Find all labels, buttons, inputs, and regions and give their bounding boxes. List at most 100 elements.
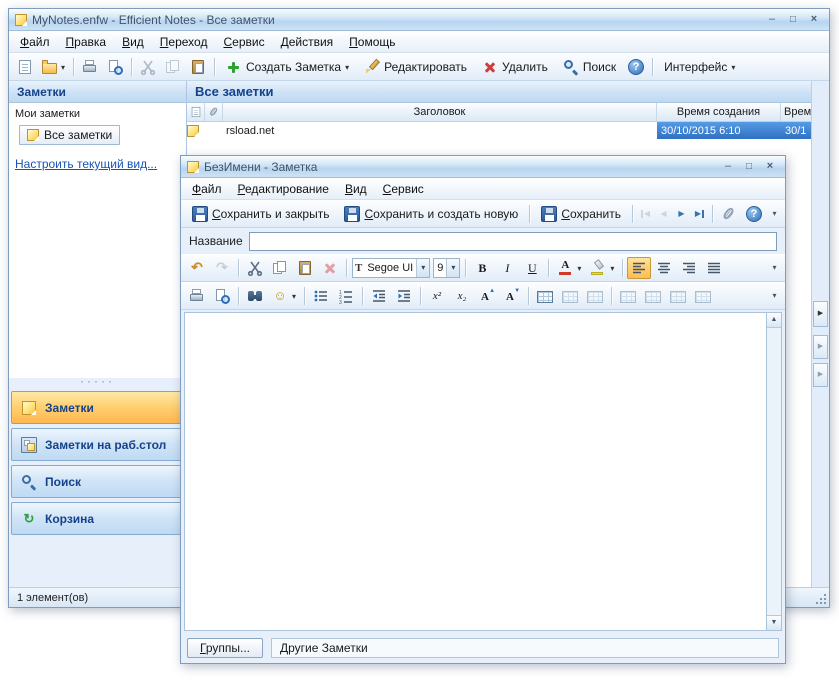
copy-button[interactable] [161,56,185,78]
scroll-down-icon[interactable] [767,615,781,630]
undo-button[interactable] [185,257,209,279]
insert-column-button[interactable] [666,286,690,306]
grow-font-button[interactable] [475,285,499,307]
menu-help[interactable]: Помощь [341,32,403,52]
decrease-indent-button[interactable] [367,285,391,307]
table-properties-button[interactable] [558,286,582,306]
column-modified[interactable]: Врем [781,103,811,122]
maximize-icon[interactable] [740,159,758,174]
chevron-down-icon[interactable] [446,258,460,277]
menu-edit[interactable]: Редактирование [230,179,337,199]
print-preview-button[interactable] [103,56,127,78]
shrink-font-button[interactable] [500,285,524,307]
editor-scrollbar[interactable] [766,312,782,631]
nav-search[interactable]: Поиск [11,465,184,498]
open-button[interactable] [38,57,69,77]
font-family-select[interactable]: Segoe UI [352,257,431,278]
save-button[interactable]: Сохранить [534,203,628,225]
redo-button[interactable] [210,257,234,279]
underline-button[interactable] [520,257,544,279]
scroll-up-icon[interactable] [767,313,781,328]
menu-actions[interactable]: Действия [273,32,342,52]
delete-table-button[interactable] [583,286,607,306]
close-icon[interactable] [761,159,779,174]
delete-text-button[interactable] [318,257,342,279]
insert-table-button[interactable] [533,286,557,306]
minimize-icon[interactable] [719,159,737,174]
highlight-color-button[interactable] [586,257,618,279]
increase-indent-button[interactable] [392,285,416,307]
italic-button[interactable] [495,257,519,279]
bold-button[interactable] [470,257,494,279]
align-center-button[interactable] [652,257,676,279]
column-created[interactable]: Время создания [657,103,781,122]
create-note-button[interactable]: Создать Заметка [219,56,356,78]
new-note-button[interactable] [13,56,37,78]
menu-file[interactable]: Файл [184,179,230,199]
cut-button[interactable] [136,56,160,78]
find-button[interactable] [243,285,267,307]
menu-view[interactable]: Вид [337,179,375,199]
nav-notes[interactable]: Заметки [11,391,184,424]
save-and-new-button[interactable]: Сохранить и создать новую [337,203,525,225]
menu-edit[interactable]: Правка [58,32,115,52]
delete-row-button[interactable] [641,286,665,306]
align-justify-button[interactable] [702,257,726,279]
column-attachment[interactable] [205,103,223,122]
search-button[interactable]: Поиск [556,56,623,78]
first-record-button[interactable] [637,204,654,224]
groups-button[interactable]: Группы... [187,638,263,658]
tree-root-label[interactable]: Мои заметки [9,105,186,123]
insert-emoticon-button[interactable] [268,285,300,307]
menu-tools[interactable]: Сервис [215,32,272,52]
expand-panel-button[interactable] [813,335,828,359]
note-title-input[interactable] [248,231,777,251]
nav-desktop-notes[interactable]: Заметки на раб.стол [11,428,184,461]
maximize-icon[interactable] [784,12,802,27]
paste-button[interactable] [186,56,210,78]
help-button[interactable] [624,56,648,78]
note-editor[interactable] [184,312,766,631]
align-left-button[interactable] [627,256,652,279]
edit-note-button[interactable]: Редактировать [357,56,474,78]
font-color-button[interactable] [553,257,585,279]
expand-panel-button[interactable] [813,363,828,387]
cut-button[interactable] [243,257,267,279]
print-button[interactable] [185,285,209,307]
expand-panel-button[interactable] [813,301,828,327]
last-record-button[interactable] [691,204,708,224]
toolbar-overflow-button[interactable] [768,282,781,309]
save-and-close-button[interactable]: Сохранить и закрыть [185,203,336,225]
chevron-down-icon[interactable] [416,258,430,277]
superscript-button[interactable] [425,285,449,307]
previous-record-button[interactable] [655,204,672,224]
numbered-list-button[interactable]: 123 [334,285,358,307]
print-preview-button[interactable] [210,285,234,307]
sidebar-splitter[interactable] [9,378,186,387]
column-icon[interactable] [187,103,205,122]
menu-tools[interactable]: Сервис [375,179,432,199]
subscript-button[interactable] [450,285,474,307]
insert-row-button[interactable] [616,286,640,306]
group-field[interactable]: Другие Заметки [271,638,779,658]
column-title[interactable]: Заголовок [223,103,657,122]
font-size-select[interactable]: 9 [433,257,461,278]
print-button[interactable] [78,56,102,78]
main-titlebar[interactable]: MyNotes.enfw - Efficient Notes - Все зам… [9,9,829,31]
menu-go[interactable]: Переход [152,32,216,52]
next-record-button[interactable] [673,204,690,224]
customize-view-link[interactable]: Настроить текущий вид... [15,157,180,171]
delete-note-button[interactable]: Удалить [475,56,555,78]
menu-view[interactable]: Вид [114,32,152,52]
delete-column-button[interactable] [691,286,715,306]
help-button[interactable] [742,203,766,225]
menu-file[interactable]: Файл [12,32,58,52]
bullet-list-button[interactable] [309,285,333,307]
resize-grip[interactable] [814,592,827,605]
interface-button[interactable]: Интерфейс [657,57,742,77]
close-icon[interactable] [805,12,823,27]
copy-button[interactable] [268,257,292,279]
note-titlebar[interactable]: БезИмени - Заметка [181,156,785,178]
align-right-button[interactable] [677,257,701,279]
toolbar-overflow-button[interactable] [768,254,781,281]
